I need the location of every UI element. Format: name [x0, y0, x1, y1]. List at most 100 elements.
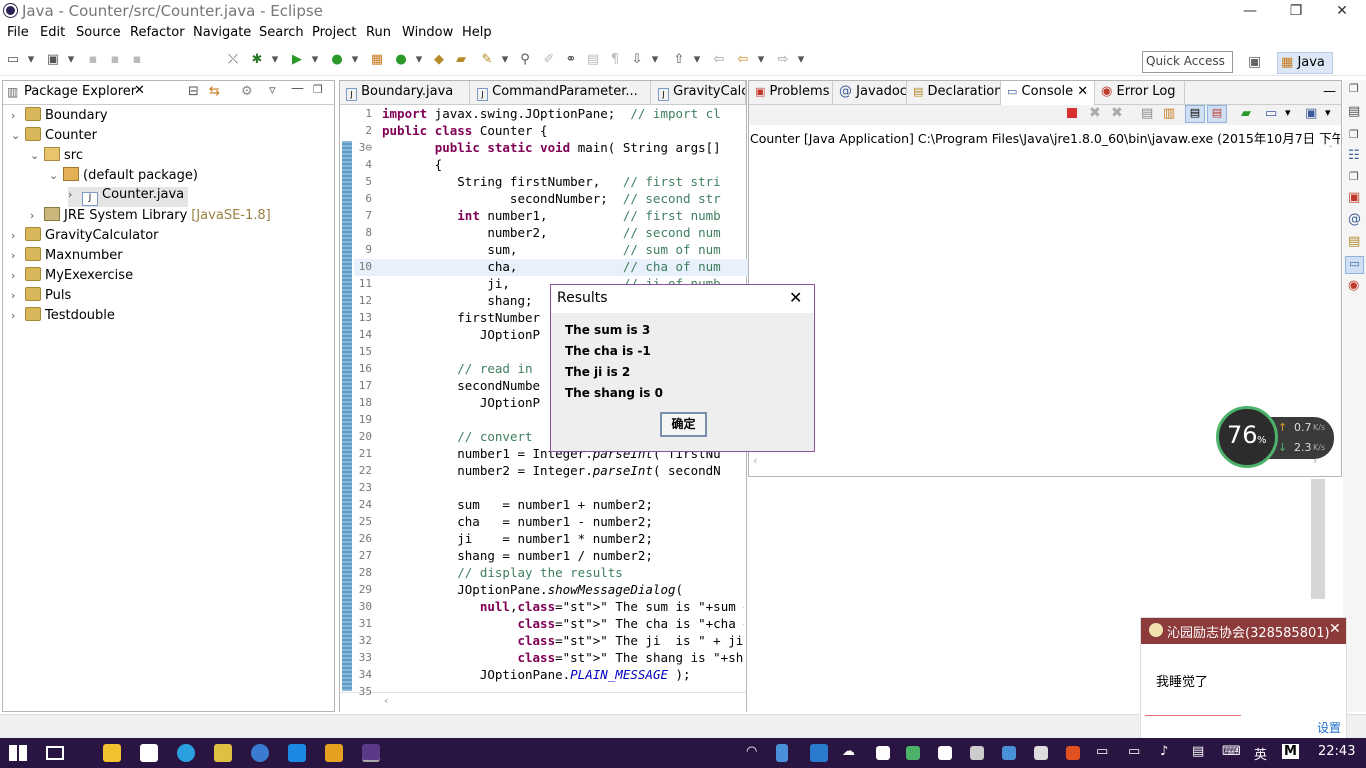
java-perspective-button[interactable]: ▦ Java	[1277, 52, 1333, 74]
wifi-icon[interactable]: ◠	[746, 744, 757, 759]
menu-window[interactable]: Window	[402, 25, 453, 40]
windows-start-icon[interactable]	[9, 745, 27, 761]
keyboard-icon[interactable]: ⌨	[1222, 744, 1241, 759]
clock[interactable]: 22:43	[1318, 744, 1355, 759]
code-line[interactable]: cha, // cha of num	[382, 259, 720, 274]
store-icon[interactable]	[140, 744, 158, 762]
save-all-icon[interactable]: ▪	[106, 52, 124, 68]
scroll-lock-icon[interactable]: ▥	[1163, 106, 1175, 121]
code-line[interactable]: sum, // sum of num	[382, 242, 720, 257]
browser-icon[interactable]	[177, 744, 195, 762]
scroll-left-icon[interactable]: ‹	[384, 694, 388, 707]
problems-icon[interactable]: ▣	[1348, 190, 1360, 205]
code-line[interactable]: secondNumbe	[382, 378, 540, 393]
tree-item[interactable]: › GravityCalculator	[11, 227, 159, 247]
code-line[interactable]: shang = number1 / number2;	[382, 548, 653, 563]
expand-arrow-icon[interactable]: ›	[11, 229, 25, 242]
remove-launch-icon[interactable]: ✖	[1089, 105, 1101, 121]
open-type-icon[interactable]: ◆	[430, 52, 448, 68]
skip-breakpoints-icon[interactable]: ⤬	[224, 52, 242, 68]
expand-arrow-icon[interactable]: ⌄	[30, 149, 44, 162]
tray-app-icon[interactable]	[1034, 746, 1048, 760]
ok-button[interactable]: 确定	[660, 412, 707, 437]
pilcrow-icon[interactable]: ¶	[606, 52, 624, 68]
dropdown-icon[interactable]: ▾	[752, 52, 770, 68]
display-console-icon[interactable]: ▭	[1265, 106, 1277, 121]
tray-app-icon[interactable]	[810, 744, 828, 762]
console-icon[interactable]: ▭	[1345, 256, 1364, 274]
code-line[interactable]: null,class="st">" The sum is "+sum +clas…	[382, 599, 744, 614]
editor-tab-gravitycalculator[interactable]: J GravityCalcu	[652, 81, 746, 105]
expand-arrow-icon[interactable]: ⌄	[11, 129, 25, 142]
code-line[interactable]: public static void main( String args[]	[382, 140, 721, 155]
dropdown-icon[interactable]: ▾	[410, 52, 428, 68]
collapse-all-icon[interactable]: ⊟	[188, 84, 199, 99]
code-line[interactable]: // display the results	[382, 565, 623, 580]
close-button[interactable]: ✕	[1319, 0, 1365, 22]
menu-search[interactable]: Search	[259, 25, 304, 40]
editor-vscrollbar-thumb[interactable]	[1311, 479, 1325, 599]
code-line[interactable]: number2, // second num	[382, 225, 720, 240]
dropdown-icon[interactable]: ▾	[266, 52, 284, 68]
editor-hscrollbar[interactable]: ‹	[340, 692, 746, 712]
link-icon[interactable]: ⚭	[562, 52, 580, 68]
tree-item[interactable]: › Boundary	[11, 107, 108, 127]
tree-item[interactable]: ⌄ src	[30, 147, 83, 167]
tray-app-icon[interactable]	[938, 746, 952, 760]
menu-source[interactable]: Source	[76, 25, 121, 40]
quick-access-input[interactable]: Quick Access	[1142, 51, 1233, 73]
expand-arrow-icon[interactable]: ›	[11, 289, 25, 302]
tab-error-log[interactable]: ◉ Error Log	[1095, 81, 1185, 105]
maximize-view-icon[interactable]: ❐	[313, 83, 323, 96]
outline-icon[interactable]: ▤	[1348, 104, 1360, 119]
view-menu-icon[interactable]: ▿	[269, 83, 276, 98]
minimize-view-icon[interactable]: —	[1323, 84, 1336, 99]
code-line[interactable]: sum = number1 + number2;	[382, 497, 653, 512]
code-line[interactable]: class="st">" The ji is " + ji +class="st…	[382, 633, 744, 648]
link-editor-icon[interactable]: ⇆	[209, 84, 220, 99]
menu-navigate[interactable]: Navigate	[193, 25, 251, 40]
run-external-icon[interactable]: ●	[328, 52, 346, 68]
dropdown-icon[interactable]: ▾	[496, 52, 514, 68]
photos-icon[interactable]	[214, 744, 232, 762]
remove-all-icon[interactable]: ✖	[1111, 105, 1123, 121]
notification-message[interactable]: 我睡觉了	[1156, 671, 1208, 690]
menu-project[interactable]: Project	[312, 25, 356, 40]
error-log-icon[interactable]: ◉	[1348, 278, 1359, 293]
tray-app-icon[interactable]	[1066, 746, 1080, 760]
show-stderr-icon[interactable]: ▤	[1207, 105, 1227, 123]
next-annotation-icon[interactable]: ⇩	[628, 52, 646, 68]
minimize-button[interactable]: —	[1227, 0, 1273, 22]
run-icon[interactable]: ▶	[288, 52, 306, 68]
menu-file[interactable]: File	[7, 25, 29, 40]
code-line[interactable]: class="st">" The cha is "+cha +class="st…	[382, 616, 744, 631]
scroll-left-icon[interactable]: ‹	[753, 454, 757, 467]
save-icon[interactable]: ▪	[84, 52, 102, 68]
task-view-icon[interactable]	[46, 746, 64, 760]
scroll-up-icon[interactable]: ˄	[1328, 145, 1333, 156]
expand-arrow-icon[interactable]: ›	[68, 188, 82, 201]
code-line[interactable]: ji = number1 * number2;	[382, 531, 653, 546]
debug-icon[interactable]: ✱	[248, 52, 266, 68]
tray-app-icon[interactable]	[776, 744, 788, 762]
dialog-close-icon[interactable]: ✕	[789, 288, 802, 307]
close-tab-icon[interactable]: ✕	[134, 83, 145, 98]
tree-item[interactable]: › JRE System Library [JavaSE-1.8]	[30, 207, 271, 227]
restore-icon[interactable]: ❐	[1349, 170, 1359, 183]
tree-item[interactable]: ⌄ Counter	[11, 127, 97, 147]
code-line[interactable]: JOptionP	[382, 395, 540, 410]
code-line[interactable]: class="st">" The shang is "+shang,class=…	[382, 650, 744, 665]
tray-app-icon[interactable]	[876, 746, 890, 760]
edge-icon[interactable]	[288, 744, 306, 762]
console-vscrollbar[interactable]: ˄	[1325, 145, 1339, 455]
new-package-icon[interactable]: ▦	[368, 52, 386, 68]
open-console-icon[interactable]: ▣	[1305, 106, 1317, 121]
hierarchy-icon[interactable]: ☷	[1348, 148, 1360, 163]
tab-console[interactable]: ▭ Console ✕	[1001, 81, 1095, 105]
pen-icon[interactable]: ✐	[540, 52, 558, 68]
tree-item[interactable]: › Puls	[11, 287, 71, 307]
expand-arrow-icon[interactable]: ⌄	[49, 169, 63, 182]
cloud-icon[interactable]: ☁	[842, 744, 855, 759]
action-center-icon[interactable]: ▤	[1192, 744, 1204, 759]
block-icon[interactable]: ▤	[584, 52, 602, 68]
